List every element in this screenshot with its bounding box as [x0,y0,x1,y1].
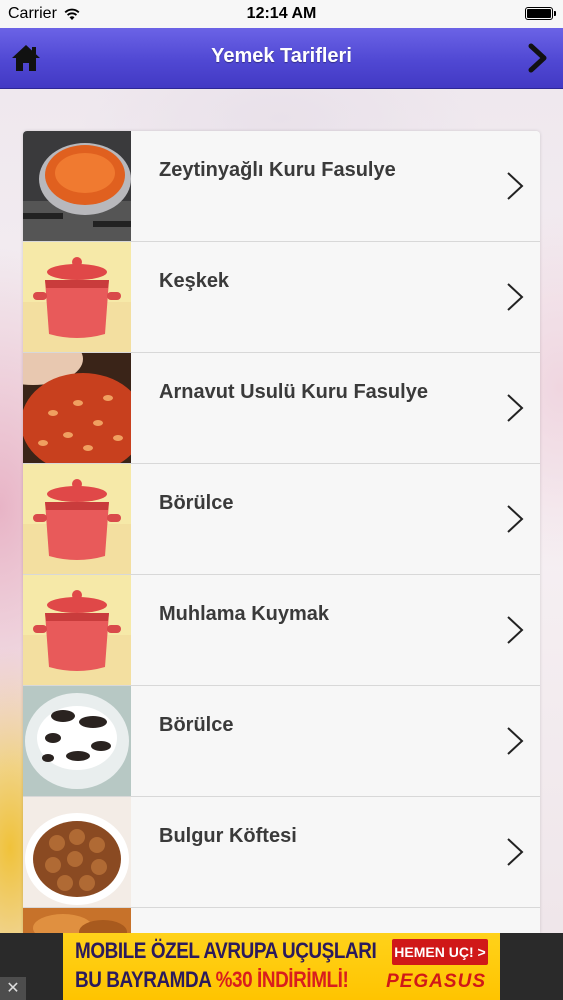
recipe-thumbnail [23,797,131,907]
recipe-thumbnail [23,908,131,933]
ad-brand-logo: PEGASUS [386,971,486,992]
recipe-thumbnail [23,686,131,796]
recipe-row[interactable]: Bulgur Köftesi [23,797,540,908]
ad-cta-button[interactable]: HEMEN UÇ! > [392,939,488,965]
recipe-thumbnail [23,575,131,685]
chevron-right-icon [507,505,524,533]
recipe-thumbnail [23,353,131,463]
battery-icon [525,7,556,20]
forward-button[interactable] [519,40,555,76]
ad-content[interactable]: MOBILE ÖZEL AVRUPA UÇUŞLARI BU BAYRAMDA … [63,933,500,1000]
recipe-row[interactable]: Keşkek [23,242,540,353]
recipe-row[interactable] [23,908,540,933]
recipe-title: Zeytinyağlı Kuru Fasulye [159,159,396,181]
recipe-row[interactable]: Arnavut Usulü Kuru Fasulye [23,353,540,464]
ad-headline: MOBILE ÖZEL AVRUPA UÇUŞLARI [75,938,377,963]
recipe-thumbnail [23,242,131,352]
page-title: Yemek Tarifleri [211,45,352,67]
navigation-bar: Yemek Tarifleri [0,28,563,89]
recipe-thumbnail [23,131,131,241]
ad-subline: BU BAYRAMDA %30 İNDİRİMLİ! [75,967,349,993]
recipe-title: Börülce [159,492,234,514]
recipe-row[interactable]: Muhlama Kuymak [23,575,540,686]
chevron-right-icon [507,727,524,755]
recipe-title: Arnavut Usulü Kuru Fasulye [159,381,428,403]
status-time: 12:14 AM [246,5,317,22]
recipe-title: Keşkek [159,270,230,292]
chevron-right-icon [507,616,524,644]
recipe-thumbnail [23,464,131,574]
recipe-list: Zeytinyağlı Kuru Fasulye Keşkek Arnavut … [23,131,540,933]
chevron-right-icon [507,283,524,311]
ad-subline-prefix: BU BAYRAMDA [75,967,216,992]
recipe-title: Börülce [159,714,234,736]
chevron-right-icon [507,172,524,200]
ad-close-button[interactable]: ✕ [0,977,26,1000]
recipe-title: Muhlama Kuymak [159,603,330,625]
chevron-right-icon [507,394,524,422]
recipe-title: Bulgur Köftesi [159,825,297,847]
ad-discount: %30 İNDİRİMLİ! [215,967,349,992]
recipe-row[interactable]: Börülce [23,686,540,797]
status-bar: Carrier 12:14 AM [0,0,563,28]
chevron-right-icon [507,838,524,866]
recipe-row[interactable]: Börülce [23,464,540,575]
recipe-row[interactable]: Zeytinyağlı Kuru Fasulye [23,131,540,242]
chevron-right-icon [528,43,547,73]
ad-banner: ✕ MOBILE ÖZEL AVRUPA UÇUŞLARI BU BAYRAMD… [0,933,563,1000]
